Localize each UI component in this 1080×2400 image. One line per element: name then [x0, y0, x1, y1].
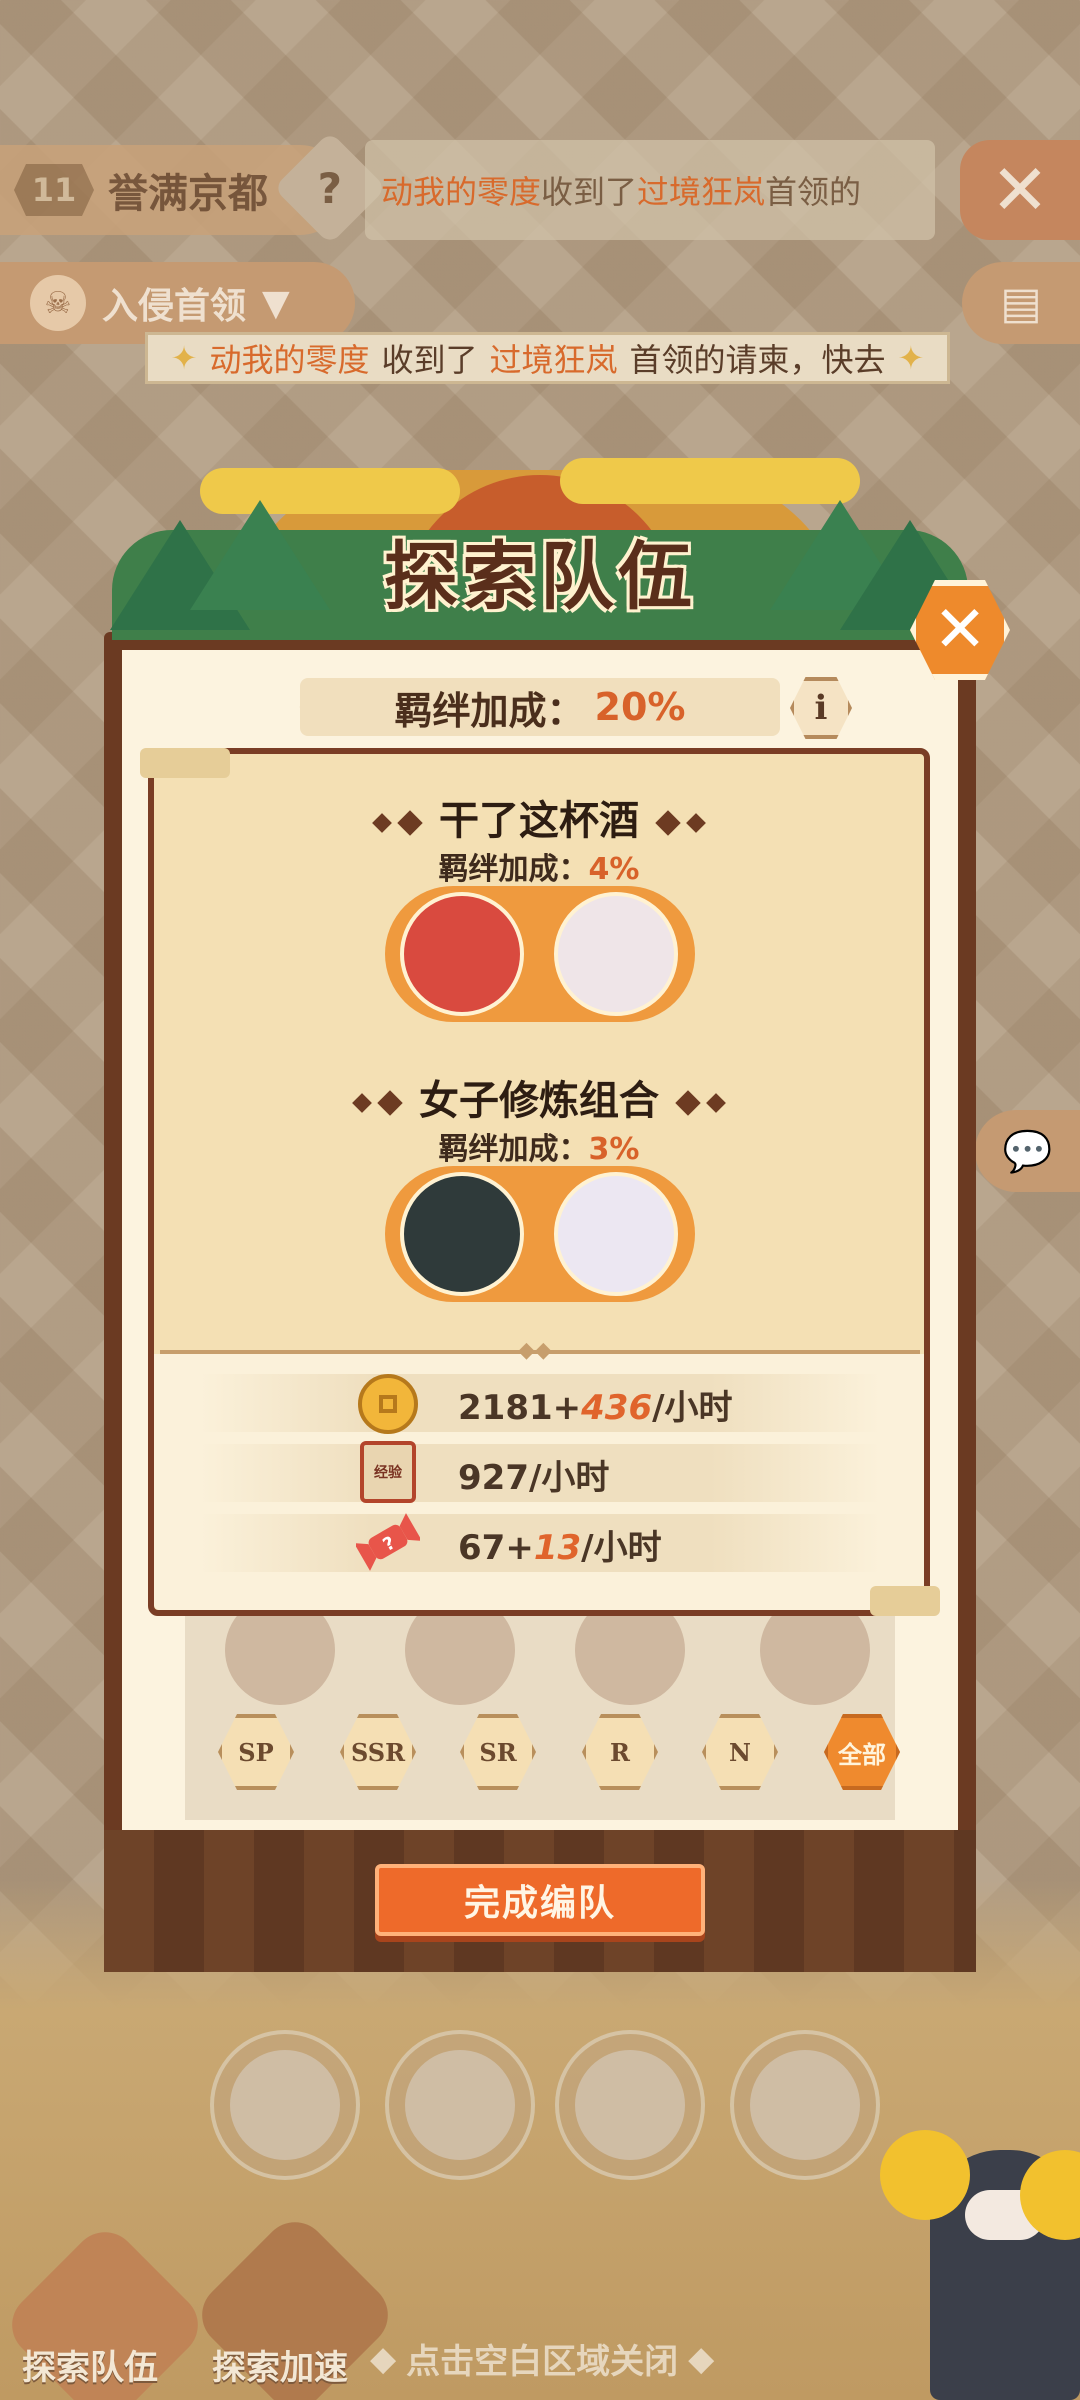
- diamond-icon: ◆: [370, 2338, 397, 2379]
- explore-speed-label[interactable]: 探索加速: [212, 2340, 348, 2389]
- character-avatar: [400, 892, 524, 1016]
- dialog-title: 探索队伍: [384, 533, 696, 620]
- yield-bonus: 13: [533, 1528, 582, 1568]
- team-slot[interactable]: [730, 2030, 880, 2180]
- ticker-boss: 过境狂岚: [637, 173, 766, 211]
- combo-name: 干了这杯酒: [439, 798, 639, 844]
- combo-bond: 羁绊加成：4%: [154, 844, 924, 888]
- sparkle-icon: ✦: [170, 339, 198, 377]
- ticker-text-end: 首领的: [765, 173, 862, 211]
- character-avatar: [554, 1172, 678, 1296]
- character-avatar: [405, 2050, 515, 2160]
- combo-name: 女子修炼组合: [419, 1078, 659, 1124]
- boss-icon: ☠: [30, 275, 86, 331]
- exp-scroll-text: 经验: [360, 1441, 416, 1503]
- diamond-icon: ◆: [688, 2338, 715, 2379]
- yield-base: 67: [458, 1528, 506, 1568]
- character-avatar: [575, 2050, 685, 2160]
- chat-button[interactable]: 💬: [975, 1110, 1080, 1192]
- character-avatar: [400, 1172, 524, 1296]
- sparkle-icon: ✦: [897, 339, 925, 377]
- pompom-decoration: [880, 2130, 970, 2220]
- ticker-player: 动我的零度: [381, 173, 542, 211]
- ticker-text: 收到了: [541, 173, 638, 211]
- team-slot[interactable]: [385, 2030, 535, 2180]
- bond-value: 20%: [594, 685, 686, 729]
- character-avatar: [750, 2050, 860, 2160]
- yield-base: 2181: [458, 1388, 553, 1428]
- explore-team-label[interactable]: 探索队伍: [22, 2340, 158, 2389]
- combo-bond-value: 4%: [588, 852, 640, 887]
- log-button[interactable]: ▤: [962, 262, 1080, 344]
- coin-icon: [356, 1372, 420, 1436]
- combo-title: 女子修炼组合: [154, 1068, 924, 1126]
- yield-bonus: 436: [581, 1388, 653, 1428]
- banner-text: 收到了: [381, 341, 478, 379]
- combo-title: 干了这杯酒: [154, 788, 924, 846]
- banner-player: 动我的零度: [209, 341, 370, 379]
- combo-bond-label: 羁绊加成：: [438, 1132, 589, 1167]
- character-avatar: [230, 2050, 340, 2160]
- level-badge: 11: [14, 164, 94, 216]
- cloud-decoration: [560, 458, 860, 504]
- team-slot[interactable]: [555, 2030, 705, 2180]
- yield-unit: /小时: [581, 1528, 662, 1568]
- chevron-down-icon: ▼: [262, 282, 290, 324]
- candy-yield: 67+13/小时: [458, 1520, 662, 1569]
- close-hint: ◆ 点击空白区域关闭 ◆: [370, 2334, 714, 2383]
- boss-label: 入侵首领: [102, 286, 247, 327]
- panel-corner-ornament: [870, 1586, 940, 1616]
- yield-plus: +: [505, 1528, 534, 1568]
- coin-yield: 2181+436/小时: [458, 1380, 733, 1429]
- yield-unit: /小时: [652, 1388, 733, 1428]
- close-icon: ✕: [990, 149, 1050, 231]
- candy-icon: ?: [356, 1510, 420, 1574]
- chat-bubble-icon: 💬: [1002, 1128, 1053, 1175]
- exp-scroll-icon: 经验: [356, 1440, 420, 1504]
- region-name: 誉满京都: [108, 171, 268, 217]
- yield-plus: +: [552, 1388, 582, 1428]
- close-icon: ✕: [933, 593, 987, 667]
- total-bond-bonus: 羁绊加成： 20%: [300, 678, 780, 736]
- clipboard-icon: ▤: [1000, 277, 1042, 329]
- divider-ornament: ◆◆: [518, 1338, 552, 1363]
- info-icon: i: [814, 688, 828, 728]
- banner-text-end: 首领的请柬，快去: [629, 341, 886, 379]
- exp-yield: 927/小时: [458, 1450, 609, 1499]
- panel-corner-ornament: [140, 748, 230, 778]
- bond-label: 羁绊加成：: [394, 688, 585, 733]
- news-ticker: 动我的零度 收到了 过境狂岚 首领的: [365, 140, 935, 240]
- character-avatar: [554, 892, 678, 1016]
- scene-close-button[interactable]: ✕: [960, 140, 1080, 240]
- combo-bond-label: 羁绊加成：: [438, 852, 589, 887]
- finish-team-button[interactable]: 完成编队: [375, 1864, 705, 1936]
- yield-unit: /小时: [528, 1458, 610, 1498]
- team-slot[interactable]: [210, 2030, 360, 2180]
- close-hint-text: 点击空白区域关闭: [406, 2342, 679, 2382]
- tree-decoration: [190, 500, 330, 610]
- invitation-banner: ✦ 动我的零度 收到了 过境狂岚 首领的请柬，快去 ✦: [145, 332, 950, 384]
- banner-boss: 过境狂岚: [489, 341, 618, 379]
- yield-base: 927: [458, 1458, 529, 1498]
- combo-bond: 羁绊加成：3%: [154, 1124, 924, 1168]
- question-icon: ?: [317, 163, 343, 213]
- combo-bond-value: 3%: [588, 1132, 640, 1167]
